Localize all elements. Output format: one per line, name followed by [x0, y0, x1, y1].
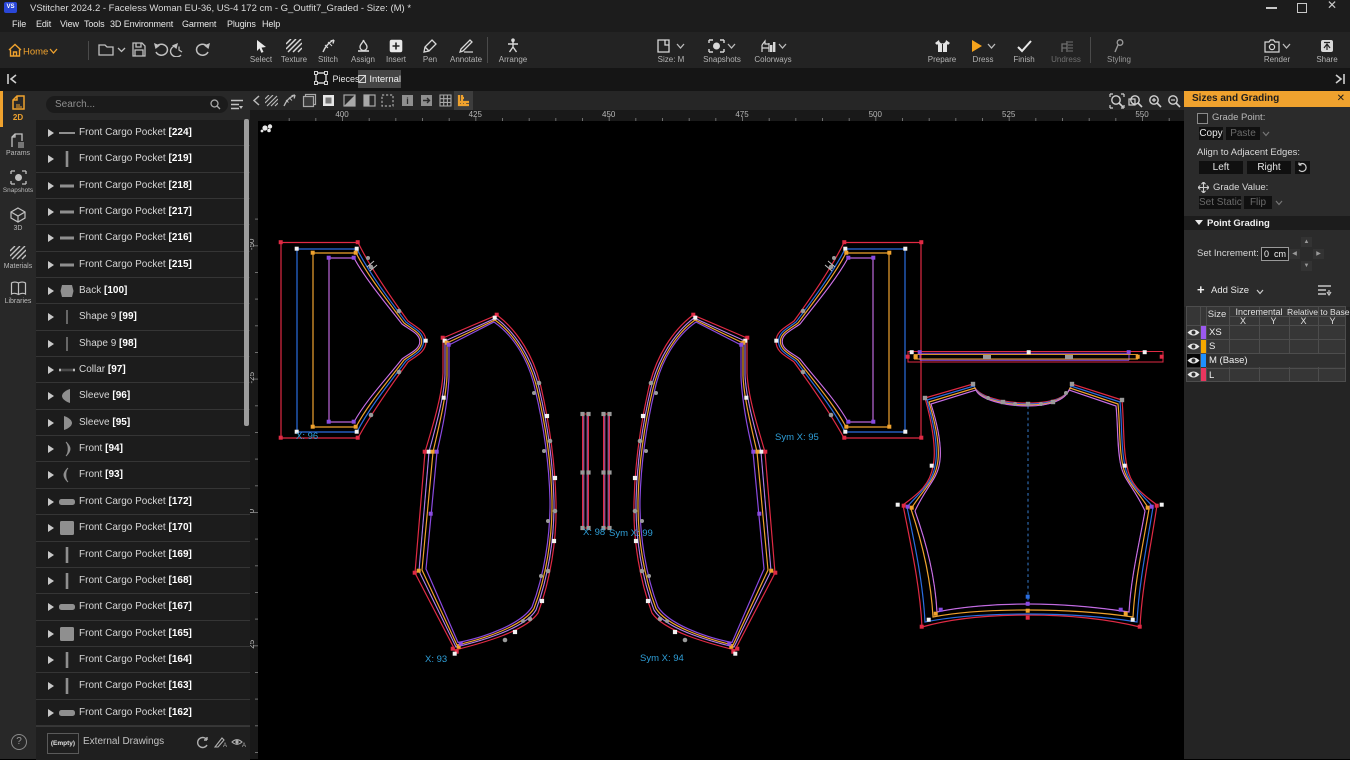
svg-text:X: 98: X: 98: [583, 527, 605, 538]
svg-text:-50: -50: [250, 238, 256, 250]
svg-text:500: 500: [869, 110, 883, 119]
svg-text:A: A: [223, 743, 227, 748]
svg-text:Sym X: 95: Sym X: 95: [775, 432, 819, 443]
svg-text:400: 400: [335, 110, 349, 119]
svg-text:X: 93: X: 93: [425, 654, 447, 665]
svg-text:475: 475: [735, 110, 749, 119]
svg-text:550: 550: [1135, 110, 1149, 119]
svg-text:A: A: [242, 743, 246, 748]
svg-text:Sym X: 94: Sym X: 94: [640, 653, 684, 664]
svg-text:525: 525: [1002, 110, 1016, 119]
svg-text:-25: -25: [250, 371, 256, 383]
svg-text:X: 96: X: 96: [296, 431, 318, 442]
svg-text:450: 450: [602, 110, 616, 119]
svg-text:0: 0: [250, 508, 256, 513]
svg-text:425: 425: [469, 110, 483, 119]
svg-text:Sym X: 99: Sym X: 99: [609, 528, 653, 539]
svg-text:i: i: [406, 96, 409, 106]
svg-text:25: 25: [250, 639, 256, 648]
